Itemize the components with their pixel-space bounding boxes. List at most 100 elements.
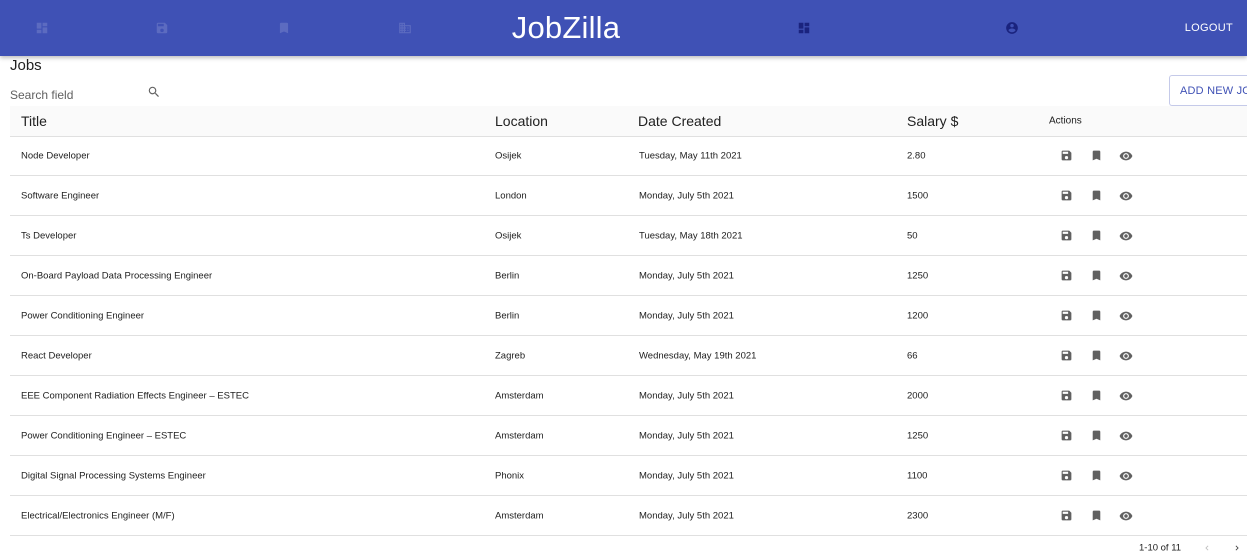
job-location: Amsterdam [495,510,544,521]
column-header-title[interactable]: Title [21,113,47,129]
visibility-icon[interactable] [1119,429,1133,443]
job-date-created: Monday, July 5th 2021 [639,270,734,281]
logout-button[interactable]: LOGOUT [1185,22,1233,34]
job-location: Osijek [495,230,522,241]
visibility-icon[interactable] [1119,469,1133,483]
job-title: On-Board Payload Data Processing Enginee… [21,270,213,281]
save-icon[interactable] [1059,349,1073,363]
job-date-created: Monday, July 5th 2021 [639,310,734,321]
bookmark-icon[interactable] [1089,229,1103,243]
search-input[interactable] [10,84,134,106]
table-row[interactable]: On-Board Payload Data Processing Enginee… [10,256,1247,296]
save-icon[interactable] [1059,269,1073,283]
job-date-created: Monday, July 5th 2021 [639,470,734,481]
job-title: Electrical/Electronics Engineer (M/F) [21,510,175,521]
visibility-icon[interactable] [1119,309,1133,323]
table-header: Title Location Date Created Salary $ Act… [10,106,1247,137]
job-salary: 1200 [907,310,929,321]
save-icon[interactable] [1059,509,1073,523]
job-title: Ts Developer [21,230,77,241]
save-icon[interactable] [1059,229,1073,243]
bookmark-icon[interactable] [1089,189,1103,203]
column-header-date-created[interactable]: Date Created [638,113,721,129]
job-location: Osijek [495,150,522,161]
add-new-job-button[interactable]: ADD NEW JOB [1169,75,1247,106]
table-row[interactable]: Node Developer Osijek Tuesday, May 11th … [10,136,1247,176]
job-location: Phonix [495,470,525,481]
search-icon[interactable] [147,85,161,99]
job-title: Software Engineer [21,190,100,201]
app-bar: JobZilla LOGOUT [0,0,1247,56]
visibility-icon[interactable] [1119,229,1133,243]
column-header-actions: Actions [1049,115,1082,127]
bookmark-icon[interactable] [1089,429,1103,443]
table-row[interactable]: Power Conditioning Engineer – ESTEC Amst… [10,416,1247,456]
job-location: Amsterdam [495,430,544,441]
job-date-created: Tuesday, May 11th 2021 [639,150,742,161]
job-location: Berlin [495,310,520,321]
job-salary: 66 [907,350,918,361]
visibility-icon[interactable] [1119,389,1133,403]
job-date-created: Monday, July 5th 2021 [639,190,734,201]
job-salary: 1250 [907,270,929,281]
job-title: EEE Component Radiation Effects Engineer… [21,390,249,401]
job-salary: 2300 [907,510,929,521]
job-title: Power Conditioning Engineer – ESTEC [21,430,187,441]
save-icon[interactable] [152,18,172,38]
bookmark-icon[interactable] [1089,269,1103,283]
account-circle-icon[interactable] [1002,18,1022,38]
save-icon[interactable] [1059,429,1073,443]
dashboard-icon[interactable] [794,18,814,38]
bookmark-icon[interactable] [1089,509,1103,523]
table-row[interactable]: Digital Signal Processing Systems Engine… [10,456,1247,496]
job-date-created: Monday, July 5th 2021 [639,510,734,521]
bookmark-icon[interactable] [1089,149,1103,163]
job-title: Digital Signal Processing Systems Engine… [21,470,206,481]
job-location: Zagreb [495,350,526,361]
visibility-icon[interactable] [1119,189,1133,203]
dashboard-icon[interactable] [32,18,52,38]
job-salary: 1250 [907,430,929,441]
job-salary: 1100 [907,470,928,481]
previous-page-icon[interactable] [1200,541,1214,555]
search-field [10,84,138,107]
visibility-icon[interactable] [1119,509,1133,523]
save-icon[interactable] [1059,149,1073,163]
job-date-created: Tuesday, May 18th 2021 [639,230,743,241]
job-salary: 1500 [907,190,929,201]
save-icon[interactable] [1059,389,1073,403]
job-title: Node Developer [21,150,90,161]
visibility-icon[interactable] [1119,269,1133,283]
table-row[interactable]: Ts Developer Osijek Tuesday, May 18th 20… [10,216,1247,256]
visibility-icon[interactable] [1119,349,1133,363]
table-row[interactable]: EEE Component Radiation Effects Engineer… [10,376,1247,416]
table-row[interactable]: Electrical/Electronics Engineer (M/F) Am… [10,496,1247,536]
bookmark-icon[interactable] [1089,309,1103,323]
job-salary: 2.80 [907,150,926,161]
job-title: React Developer [21,350,92,361]
next-page-icon[interactable] [1230,541,1244,555]
job-location: Amsterdam [495,390,544,401]
job-salary: 2000 [907,390,929,401]
job-date-created: Wednesday, May 19th 2021 [639,350,757,361]
column-header-salary[interactable]: Salary $ [907,113,958,129]
job-date-created: Monday, July 5th 2021 [639,390,734,401]
business-icon[interactable] [395,18,415,38]
save-icon[interactable] [1059,469,1073,483]
bookmark-icon[interactable] [1089,389,1103,403]
table-row[interactable]: Software Engineer London Monday, July 5t… [10,176,1247,216]
page-title: Jobs [10,57,42,74]
bookmark-icon[interactable] [274,18,294,38]
pagination-range: 1-10 of 11 [1139,542,1182,554]
save-icon[interactable] [1059,309,1073,323]
save-icon[interactable] [1059,189,1073,203]
column-header-location[interactable]: Location [495,113,548,129]
job-location: Berlin [495,270,520,281]
bookmark-icon[interactable] [1089,349,1103,363]
visibility-icon[interactable] [1119,149,1133,163]
table-row[interactable]: React Developer Zagreb Wednesday, May 19… [10,336,1247,376]
bookmark-icon[interactable] [1089,469,1103,483]
table-row[interactable]: Power Conditioning Engineer Berlin Monda… [10,296,1247,336]
job-location: London [495,190,527,201]
app-brand: JobZilla [511,10,621,45]
